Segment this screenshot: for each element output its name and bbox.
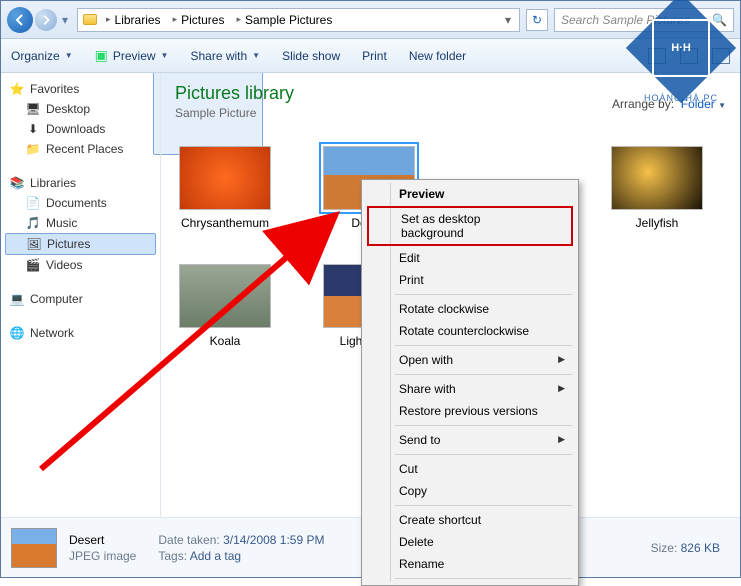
nav-network[interactable]: 🌐Network	[1, 323, 160, 343]
details-tags[interactable]: Add a tag	[190, 549, 241, 563]
ctx-rename[interactable]: Rename	[365, 553, 575, 575]
ctx-edit[interactable]: Edit	[365, 247, 575, 269]
details-thumbnail	[11, 528, 57, 568]
print-button[interactable]: Print	[362, 49, 387, 63]
nav-pictures[interactable]: 🖼Pictures	[5, 233, 156, 255]
star-icon: ⭐	[9, 81, 25, 97]
music-icon: 🎵	[25, 215, 41, 231]
nav-history-dropdown[interactable]: ▾	[59, 13, 71, 27]
ctx-share-with[interactable]: Share with▶	[365, 378, 575, 400]
nav-recent[interactable]: 📁Recent Places	[1, 139, 160, 159]
address-bar[interactable]: ▸Libraries ▸Pictures ▸Sample Pictures ▾	[77, 8, 520, 32]
details-type: JPEG image	[69, 549, 136, 563]
thumb-jellyfish[interactable]: Jellyfish	[607, 146, 707, 230]
details-date: 3/14/2008 1:59 PM	[223, 533, 324, 547]
videos-icon: 🎬	[25, 257, 41, 273]
nav-downloads[interactable]: ⬇Downloads	[1, 119, 160, 139]
ctx-set-desktop-background[interactable]: Set as desktop background	[367, 206, 573, 246]
navigation-pane: ⭐Favorites 🖥Desktop ⬇Downloads 📁Recent P…	[1, 73, 161, 517]
ctx-rotate-clockwise[interactable]: Rotate clockwise	[365, 298, 575, 320]
forward-button[interactable]	[35, 9, 57, 31]
ctx-cut[interactable]: Cut	[365, 458, 575, 480]
organize-menu[interactable]: Organize ▼	[11, 49, 73, 63]
nav-videos[interactable]: 🎬Videos	[1, 255, 160, 275]
refresh-button[interactable]: ↻	[526, 9, 548, 31]
network-icon: 🌐	[9, 325, 25, 341]
folder-icon	[82, 12, 98, 28]
crumb-root[interactable]: Libraries	[115, 13, 161, 27]
details-name: Desert	[69, 533, 136, 547]
thumb-koala[interactable]: Koala	[175, 264, 275, 348]
newfolder-button[interactable]: New folder	[409, 49, 466, 63]
favorites-group[interactable]: ⭐Favorites	[1, 79, 160, 99]
nav-documents[interactable]: 📄Documents	[1, 193, 160, 213]
back-button[interactable]	[7, 7, 33, 33]
crumb-folder[interactable]: Pictures	[181, 13, 224, 27]
ctx-rotate-counterclockwise[interactable]: Rotate counterclockwise	[365, 320, 575, 342]
ctx-copy[interactable]: Copy	[365, 480, 575, 502]
ctx-preview[interactable]: Preview	[365, 183, 575, 205]
recent-icon: 📁	[25, 141, 41, 157]
pictures-icon: 🖼	[26, 236, 42, 252]
crumb-sub[interactable]: Sample Pictures	[245, 13, 332, 27]
nav-music[interactable]: 🎵Music	[1, 213, 160, 233]
chevron-right-icon: ▶	[558, 383, 565, 394]
slideshow-button[interactable]: Slide show	[282, 49, 340, 63]
desktop-icon: 🖥	[25, 101, 41, 117]
titlebar: ▾ ▸Libraries ▸Pictures ▸Sample Pictures …	[1, 1, 740, 39]
documents-icon: 📄	[25, 195, 41, 211]
context-menu: Preview Set as desktop background Edit P…	[361, 179, 579, 586]
ctx-open-with[interactable]: Open with▶	[365, 349, 575, 371]
computer-icon: 💻	[9, 291, 25, 307]
ctx-create-shortcut[interactable]: Create shortcut	[365, 509, 575, 531]
preview-menu[interactable]: ▣ Preview ▼	[95, 47, 169, 64]
chevron-right-icon: ▶	[558, 354, 565, 365]
libraries-icon: 📚	[9, 175, 25, 191]
nav-desktop[interactable]: 🖥Desktop	[1, 99, 160, 119]
thumb-chrysanthemum[interactable]: Chrysanthemum	[175, 146, 275, 230]
address-dropdown[interactable]: ▾	[501, 13, 515, 27]
ctx-print[interactable]: Print	[365, 269, 575, 291]
details-size: 826 KB	[681, 541, 720, 555]
watermark: H·H HOÀNG HÀ PC	[642, 9, 720, 103]
ctx-delete[interactable]: Delete	[365, 531, 575, 553]
ctx-send-to[interactable]: Send to▶	[365, 429, 575, 451]
chevron-right-icon: ▶	[558, 434, 565, 445]
libraries-group[interactable]: 📚Libraries	[1, 173, 160, 193]
share-menu[interactable]: Share with ▼	[190, 49, 260, 63]
ctx-restore[interactable]: Restore previous versions	[365, 400, 575, 422]
nav-computer[interactable]: 💻Computer	[1, 289, 160, 309]
downloads-icon: ⬇	[25, 121, 41, 137]
